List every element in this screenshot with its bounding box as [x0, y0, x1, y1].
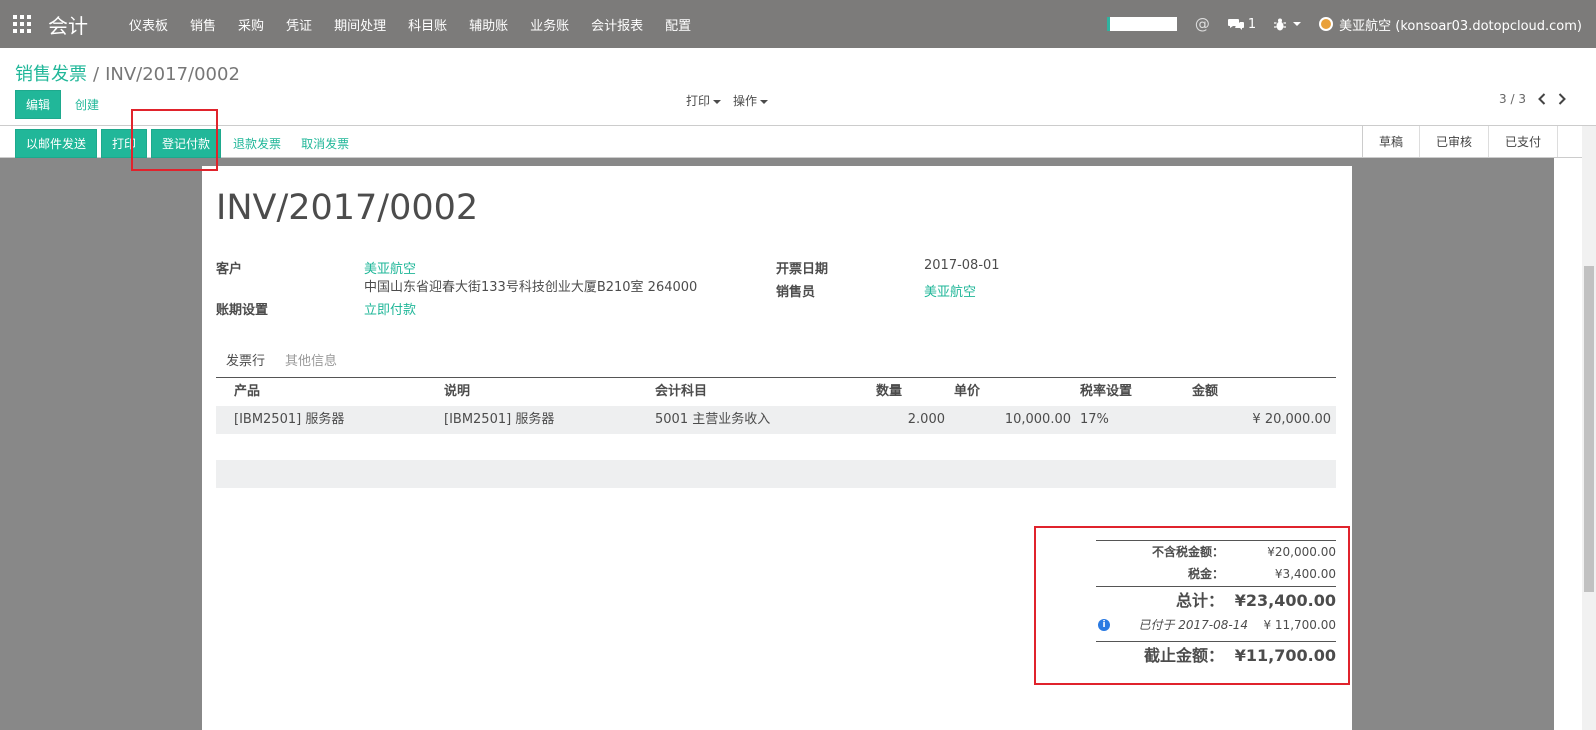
invoice-number: INV/2017/0002 — [216, 188, 479, 228]
customer-label: 客户 — [216, 262, 243, 277]
line-product: [IBM2501] 服务器 — [234, 412, 345, 427]
stage-validated[interactable]: 已审核 — [1419, 126, 1489, 157]
menu-item-auxiliary-ledger[interactable]: 辅助账 — [458, 15, 519, 34]
sidebar-dropdowns: 打印 操作 — [686, 92, 769, 109]
line-description: [IBM2501] 服务器 — [444, 412, 555, 427]
stage-paid[interactable]: 已支付 — [1488, 126, 1558, 157]
line-amount: ¥ 20,000.00 — [1252, 412, 1331, 427]
create-button[interactable]: 创建 — [67, 91, 107, 118]
menu-item-period[interactable]: 期间处理 — [323, 15, 397, 34]
message-count: 1 — [1247, 16, 1257, 32]
bug-icon — [1274, 18, 1287, 30]
table-header-row: 产品 说明 会计科目 数量 单价 税率设置 金额 — [216, 378, 1336, 406]
menu-item-account-ledger[interactable]: 科目账 — [397, 15, 458, 34]
notebook-tabs: 发票行 其他信息 — [216, 352, 1336, 378]
topbar-right: @ 1 美亚航空 (konsoar03.dotopcloud.com) — [1106, 0, 1582, 48]
menu-item-voucher[interactable]: 凭证 — [275, 15, 323, 34]
line-quantity: 2.000 — [907, 412, 945, 427]
menu-item-config[interactable]: 配置 — [654, 15, 702, 34]
menu-item-dashboard[interactable]: 仪表板 — [118, 15, 179, 34]
invoice-lines-table: 产品 说明 会计科目 数量 单价 税率设置 金额 [IBM2501] 服务器 [… — [216, 378, 1336, 434]
print-dropdown-label: 打印 — [686, 94, 711, 108]
breadcrumb-parent-link[interactable]: 销售发票 — [15, 64, 87, 85]
invoice-date-label: 开票日期 — [776, 262, 829, 277]
chevron-down-icon — [760, 99, 769, 104]
messages-button[interactable]: 1 — [1227, 16, 1257, 32]
tab-other-info[interactable]: 其他信息 — [275, 352, 347, 377]
page-scrollbar[interactable] — [1582, 126, 1596, 730]
user-name: 美亚航空 (konsoar03.dotopcloud.com) — [1339, 18, 1582, 34]
menu-item-sales[interactable]: 销售 — [179, 15, 227, 34]
form-buttons: 编辑 创建 — [15, 90, 107, 119]
column-header-account: 会计科目 — [655, 384, 708, 399]
chevron-down-icon — [1293, 22, 1302, 26]
breadcrumb-separator: / — [93, 64, 100, 85]
chat-bubbles-icon — [1227, 18, 1244, 30]
column-header-description: 说明 — [444, 384, 471, 399]
refund-invoice-button[interactable]: 退款发票 — [225, 130, 289, 157]
cancel-invoice-button[interactable]: 取消发票 — [293, 130, 357, 157]
control-panel: 销售发票 / INV/2017/0002 编辑 创建 打印 操作 3 / 3 — [0, 48, 1596, 126]
column-header-taxes: 税率设置 — [1080, 384, 1133, 399]
chevron-right-icon[interactable] — [1558, 93, 1566, 105]
print-dropdown[interactable]: 打印 — [686, 92, 722, 109]
line-taxes: 17% — [1080, 412, 1109, 427]
payment-term-label: 账期设置 — [216, 303, 269, 318]
salesperson-link[interactable]: 美亚航空 — [924, 281, 976, 300]
action-dropdown[interactable]: 操作 — [733, 92, 769, 109]
menu-item-business-ledger[interactable]: 业务账 — [519, 15, 580, 34]
breadcrumb-current: INV/2017/0002 — [105, 64, 240, 85]
scrollbar-thumb[interactable] — [1584, 266, 1594, 592]
menu-item-reports[interactable]: 会计报表 — [580, 15, 654, 34]
pager-value: 3 / 3 — [1499, 92, 1526, 106]
line-unit-price: 10,000.00 — [1004, 412, 1071, 427]
column-header-product: 产品 — [234, 384, 261, 399]
customer-address: 中国山东省迎春大街133号科技创业大厦B210室 264000 — [364, 280, 698, 295]
column-header-quantity: 数量 — [876, 384, 903, 399]
top-navbar: 会计 仪表板 销售 采购 凭证 期间处理 科目账 辅助账 业务账 会计报表 配置… — [0, 0, 1596, 48]
pager: 3 / 3 — [1499, 92, 1566, 106]
avatar — [1319, 17, 1334, 31]
breadcrumb: 销售发票 / INV/2017/0002 — [15, 60, 240, 86]
column-header-amount: 金额 — [1192, 384, 1219, 399]
mention-icon[interactable]: @ — [1195, 15, 1210, 33]
invoice-date-value: 2017-08-01 — [924, 258, 1000, 273]
apps-grid-icon[interactable] — [0, 0, 44, 48]
table-row[interactable]: [IBM2501] 服务器 [IBM2501] 服务器 5001 主营业务收入 … — [216, 406, 1336, 434]
main-menu: 仪表板 销售 采购 凭证 期间处理 科目账 辅助账 业务账 会计报表 配置 — [118, 15, 702, 34]
highlight-box-totals — [1034, 526, 1350, 685]
edit-button[interactable]: 编辑 — [15, 90, 62, 119]
status-bar: 以邮件发送 打印 登记付款 退款发票 取消发票 草稿 已审核 已支付 — [0, 126, 1596, 158]
app-name: 会计 — [48, 13, 88, 38]
customer-link[interactable]: 美亚航空 — [364, 258, 416, 277]
debug-menu-button[interactable] — [1274, 18, 1302, 31]
menu-item-purchase[interactable]: 采购 — [227, 15, 275, 34]
payment-term-link[interactable]: 立即付款 — [364, 299, 416, 318]
stage-draft[interactable]: 草稿 — [1362, 126, 1420, 157]
line-account: 5001 主营业务收入 — [655, 412, 771, 427]
highlight-box-register-payment — [131, 109, 218, 171]
user-menu[interactable]: 美亚航空 (konsoar03.dotopcloud.com) — [1319, 15, 1582, 34]
status-stages: 草稿 已审核 已支付 — [1361, 126, 1558, 157]
table-empty-row — [216, 460, 1336, 488]
chevron-left-icon[interactable] — [1538, 93, 1546, 105]
column-header-unit-price: 单价 — [954, 384, 981, 399]
send-email-button[interactable]: 以邮件发送 — [15, 129, 98, 158]
chevron-down-icon — [713, 99, 722, 104]
salesperson-label: 销售员 — [776, 285, 816, 300]
topbar-search-field[interactable] — [1106, 17, 1177, 31]
action-dropdown-label: 操作 — [733, 94, 758, 108]
tab-invoice-lines[interactable]: 发票行 — [216, 352, 275, 377]
